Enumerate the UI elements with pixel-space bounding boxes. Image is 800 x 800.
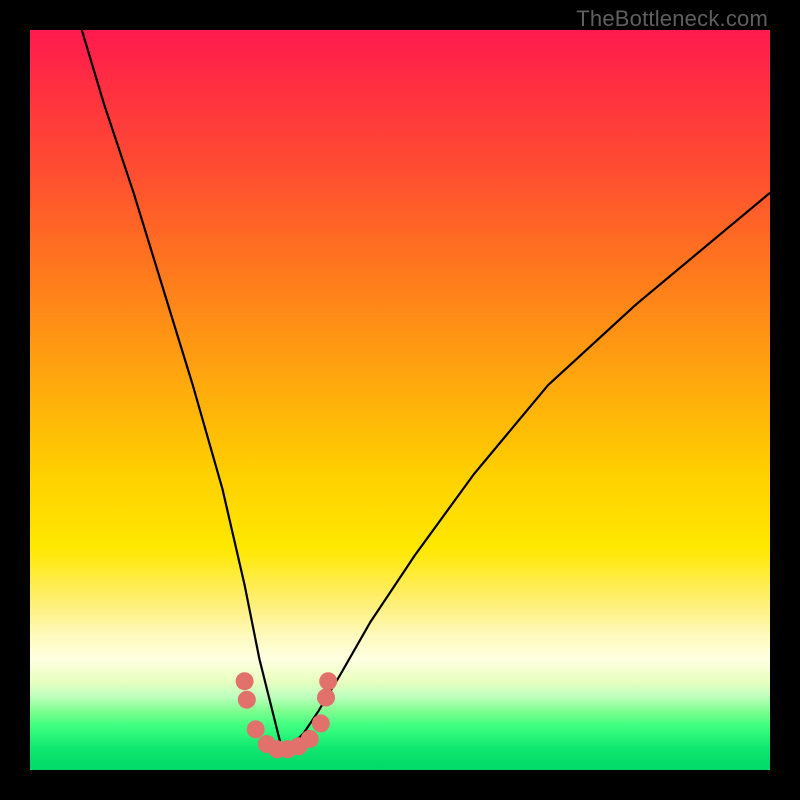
curve-marker bbox=[236, 672, 254, 690]
watermark-text: TheBottleneck.com bbox=[576, 6, 768, 32]
curve-marker bbox=[238, 691, 256, 709]
plot-area bbox=[30, 30, 770, 770]
curve-marker bbox=[319, 672, 337, 690]
bottleneck-curve bbox=[82, 30, 770, 748]
chart-canvas: TheBottleneck.com bbox=[0, 0, 800, 800]
curve-layer bbox=[30, 30, 770, 770]
curve-marker bbox=[301, 730, 319, 748]
curve-marker bbox=[247, 720, 265, 738]
marker-group bbox=[236, 672, 338, 758]
curve-marker bbox=[317, 689, 335, 707]
curve-marker bbox=[312, 714, 330, 732]
